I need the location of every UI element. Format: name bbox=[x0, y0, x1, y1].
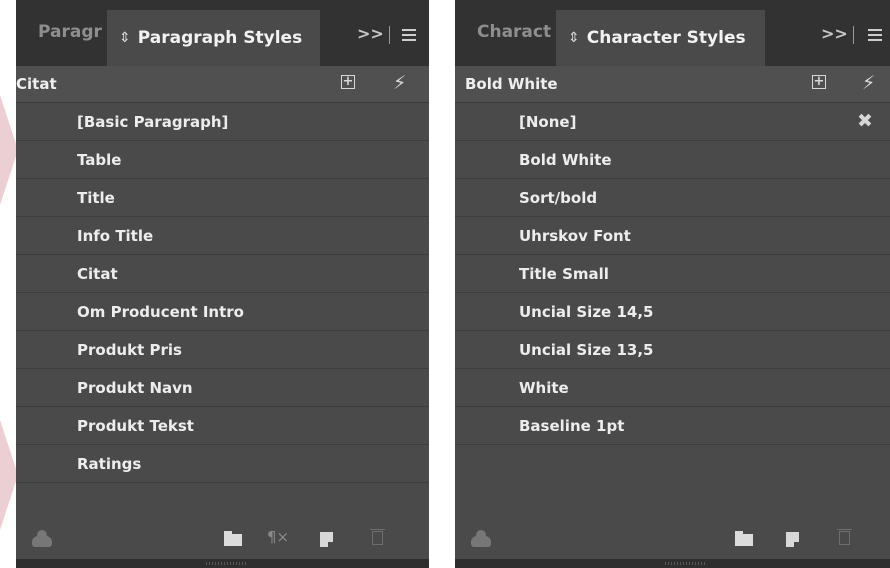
current-style-header: Citat + ⚡ bbox=[16, 66, 429, 103]
list-item[interactable]: [None] ✖ bbox=[455, 103, 890, 141]
panel-footer: ¶× bbox=[16, 513, 429, 559]
create-style-group-icon[interactable]: + bbox=[812, 75, 826, 89]
list-item[interactable]: Produkt Pris bbox=[16, 331, 429, 369]
sort-icon: ⇕ bbox=[119, 30, 131, 46]
list-item[interactable]: Title Small bbox=[455, 255, 890, 293]
list-item[interactable]: Ratings bbox=[16, 445, 429, 483]
resize-bar[interactable] bbox=[455, 559, 890, 568]
list-item[interactable]: Produkt Tekst bbox=[16, 407, 429, 445]
list-item[interactable]: Uhrskov Font bbox=[455, 217, 890, 255]
list-item[interactable]: Uncial Size 13,5 bbox=[455, 331, 890, 369]
list-item[interactable]: Info Title bbox=[16, 217, 429, 255]
panel-menu-icon[interactable] bbox=[868, 29, 882, 41]
clear-overrides-icon[interactable]: ¶× bbox=[267, 528, 289, 546]
divider bbox=[853, 26, 854, 44]
folder-icon[interactable] bbox=[224, 531, 242, 546]
current-style-name: Citat bbox=[16, 75, 57, 93]
tab-label: Character Styles bbox=[586, 28, 746, 48]
list-item[interactable]: Title bbox=[16, 179, 429, 217]
tab-character-styles[interactable]: ⇕ Character Styles bbox=[556, 10, 765, 66]
panel-tab-bar: Paragr ⇕ Paragraph Styles >> bbox=[16, 0, 429, 66]
paragraph-style-list: [Basic Paragraph] Table Title Info Title… bbox=[16, 103, 429, 483]
panel-tab-bar: Charact ⇕ Character Styles >> bbox=[455, 0, 890, 66]
list-item[interactable]: Bold White bbox=[455, 141, 890, 179]
trash-icon[interactable] bbox=[837, 529, 852, 545]
collapse-panel-button[interactable]: >> bbox=[821, 24, 848, 43]
list-item[interactable]: Citat bbox=[16, 255, 429, 293]
cloud-icon[interactable] bbox=[471, 530, 491, 547]
list-item[interactable]: [Basic Paragraph] bbox=[16, 103, 429, 141]
list-item[interactable]: Sort/bold bbox=[455, 179, 890, 217]
cloud-icon[interactable] bbox=[32, 530, 52, 547]
current-style-header: Bold White + ⚡ bbox=[455, 66, 890, 103]
tab-paragraph[interactable]: Paragr bbox=[38, 22, 104, 42]
current-style-name: Bold White bbox=[465, 75, 558, 93]
paragraph-styles-panel: Paragr ⇕ Paragraph Styles >> Citat + ⚡ [… bbox=[16, 0, 429, 568]
divider bbox=[389, 26, 390, 44]
list-item[interactable]: Om Producent Intro bbox=[16, 293, 429, 331]
tab-paragraph-styles[interactable]: ⇕ Paragraph Styles bbox=[107, 10, 320, 66]
panel-footer bbox=[455, 513, 890, 559]
non-editable-icon: ✖ bbox=[857, 110, 873, 132]
character-style-list: [None] ✖ Bold White Sort/bold Uhrskov Fo… bbox=[455, 103, 890, 445]
new-style-icon[interactable] bbox=[320, 532, 333, 547]
quick-apply-icon[interactable]: ⚡ bbox=[393, 72, 406, 94]
resize-bar[interactable] bbox=[16, 559, 429, 568]
list-item[interactable]: White bbox=[455, 369, 890, 407]
tab-label: Paragraph Styles bbox=[137, 28, 303, 48]
collapse-panel-button[interactable]: >> bbox=[357, 24, 384, 43]
create-style-group-icon[interactable]: + bbox=[341, 75, 355, 89]
tab-character[interactable]: Charact bbox=[477, 22, 553, 42]
sort-icon: ⇕ bbox=[568, 30, 580, 46]
trash-icon[interactable] bbox=[370, 529, 385, 545]
list-item[interactable]: Uncial Size 14,5 bbox=[455, 293, 890, 331]
list-item[interactable]: Baseline 1pt bbox=[455, 407, 890, 445]
panel-menu-icon[interactable] bbox=[402, 29, 416, 41]
quick-apply-icon[interactable]: ⚡ bbox=[862, 72, 875, 94]
folder-icon[interactable] bbox=[735, 531, 753, 546]
new-style-icon[interactable] bbox=[786, 532, 799, 547]
list-item[interactable]: Table bbox=[16, 141, 429, 179]
list-item[interactable]: Produkt Navn bbox=[16, 369, 429, 407]
character-styles-panel: Charact ⇕ Character Styles >> Bold White… bbox=[455, 0, 890, 568]
